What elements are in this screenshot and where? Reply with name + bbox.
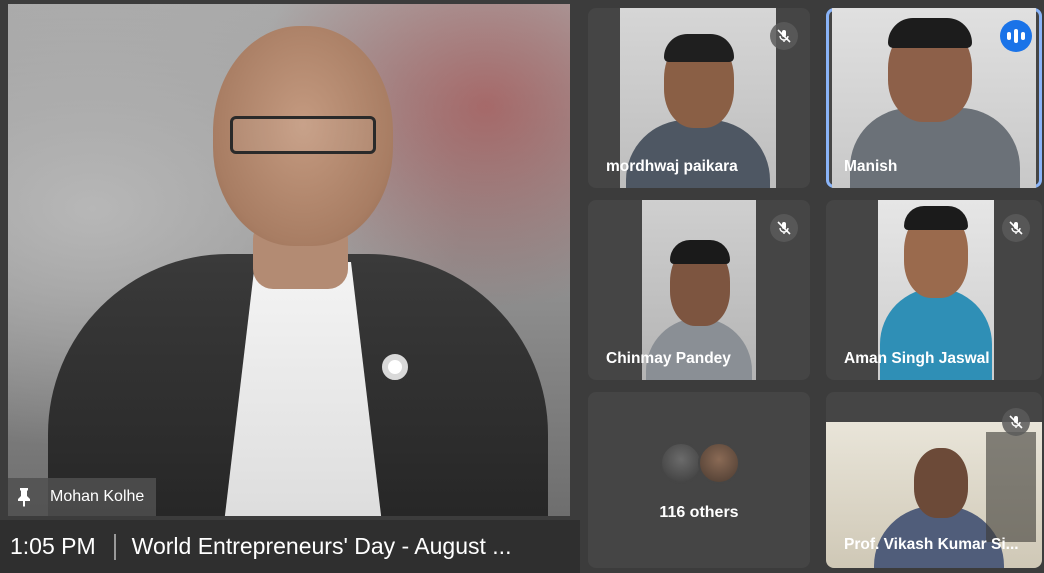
others-avatar-group xyxy=(660,442,740,484)
speaking-indicator-icon xyxy=(1000,20,1032,52)
main-speaker-name-plate: Mohan Kolhe xyxy=(8,478,157,516)
participant-tile[interactable]: mordhwaj paikara xyxy=(588,8,810,188)
background-furniture xyxy=(986,432,1036,542)
participant-hair xyxy=(888,18,972,48)
meeting-title[interactable]: World Entrepreneurs' Day - August ... xyxy=(132,533,512,560)
main-speaker-tile[interactable]: Mohan Kolhe xyxy=(8,4,570,516)
participant-name: Manish xyxy=(844,158,898,175)
participant-tile-active-speaker[interactable]: Manish xyxy=(826,8,1042,188)
meeting-time: 1:05 PM xyxy=(10,533,96,559)
mic-off-icon xyxy=(770,22,798,50)
participant-tile[interactable]: Chinmay Pandey xyxy=(588,200,810,380)
meeting-stage: Mohan Kolhe 1:05 PM World Entrepreneurs'… xyxy=(0,0,1044,573)
pin-icon[interactable] xyxy=(16,487,32,507)
avatar xyxy=(698,442,740,484)
avatar xyxy=(660,442,702,484)
participant-name: Prof. Vikash Kumar Si... xyxy=(844,536,1019,553)
participant-hair xyxy=(664,34,734,62)
participant-name: Aman Singh Jaswal xyxy=(844,350,990,367)
speaker-glasses xyxy=(230,116,376,154)
participant-tile[interactable]: Prof. Vikash Kumar Si... xyxy=(826,392,1042,568)
meeting-info-bar: 1:05 PM World Entrepreneurs' Day - Augus… xyxy=(0,520,580,573)
participant-hair xyxy=(670,240,730,264)
participant-tile[interactable]: Aman Singh Jaswal xyxy=(826,200,1042,380)
mic-off-icon xyxy=(1002,214,1030,242)
participant-hair xyxy=(904,206,968,230)
participant-name: mordhwaj paikara xyxy=(606,158,738,175)
lapel-pin xyxy=(382,354,408,380)
main-speaker-name: Mohan Kolhe xyxy=(50,488,145,505)
mic-off-icon xyxy=(770,214,798,242)
info-bar-divider xyxy=(113,533,116,560)
mic-off-icon xyxy=(1002,408,1030,436)
participant-name: Chinmay Pandey xyxy=(606,350,731,367)
participant-shoulders xyxy=(646,318,752,380)
participant-head xyxy=(914,448,968,518)
others-tile[interactable]: 116 others xyxy=(588,392,810,568)
participant-shoulders xyxy=(626,120,770,188)
others-count-label: 116 others xyxy=(659,504,739,521)
